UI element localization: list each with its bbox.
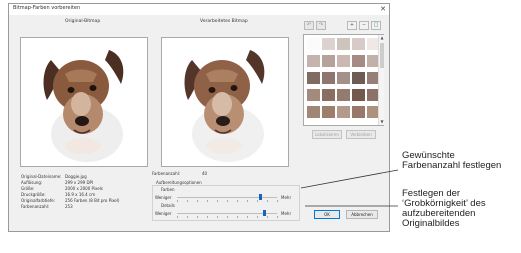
callout-line-color-count — [300, 169, 399, 189]
callout-text: Originalbildes — [402, 218, 460, 229]
callout-text: Farbenanzahl festlegen — [402, 160, 502, 171]
callout-color-count: Gewünschte Farbenanzahl festlegen — [402, 151, 501, 171]
callout-detail: Festlegen der ‘Grobkörnigkeit’ des aufzu… — [402, 189, 486, 229]
